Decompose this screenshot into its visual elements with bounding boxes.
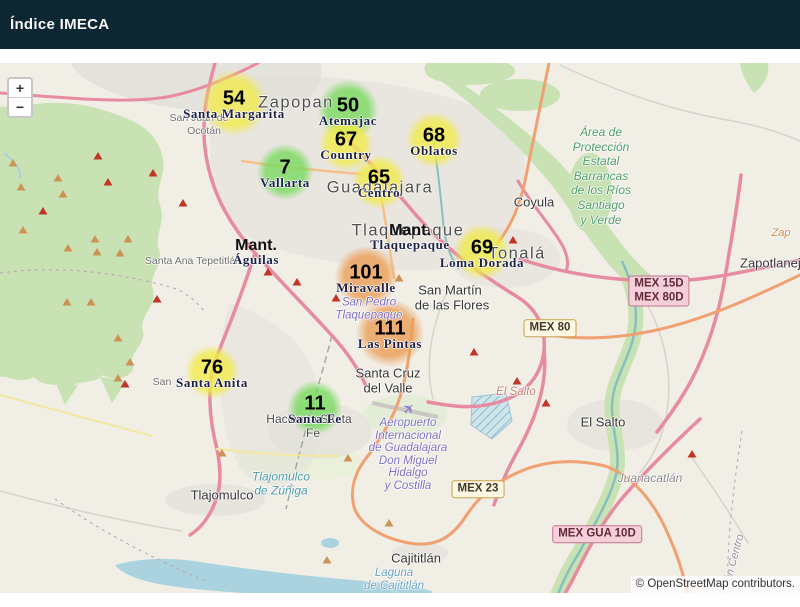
app-header: Índice IMECA	[0, 0, 800, 49]
map-base	[0, 63, 800, 593]
zoom-out-button[interactable]: −	[9, 97, 31, 116]
map-container[interactable]: ZapopanGuadalajaraTlaquepaqueTonaláCoyul…	[0, 63, 800, 593]
page-title: Índice IMECA	[0, 16, 109, 33]
zoom-control: + −	[7, 77, 33, 118]
map-attribution[interactable]: © OpenStreetMap contributors.	[631, 576, 800, 593]
zoom-in-button[interactable]: +	[9, 79, 31, 97]
